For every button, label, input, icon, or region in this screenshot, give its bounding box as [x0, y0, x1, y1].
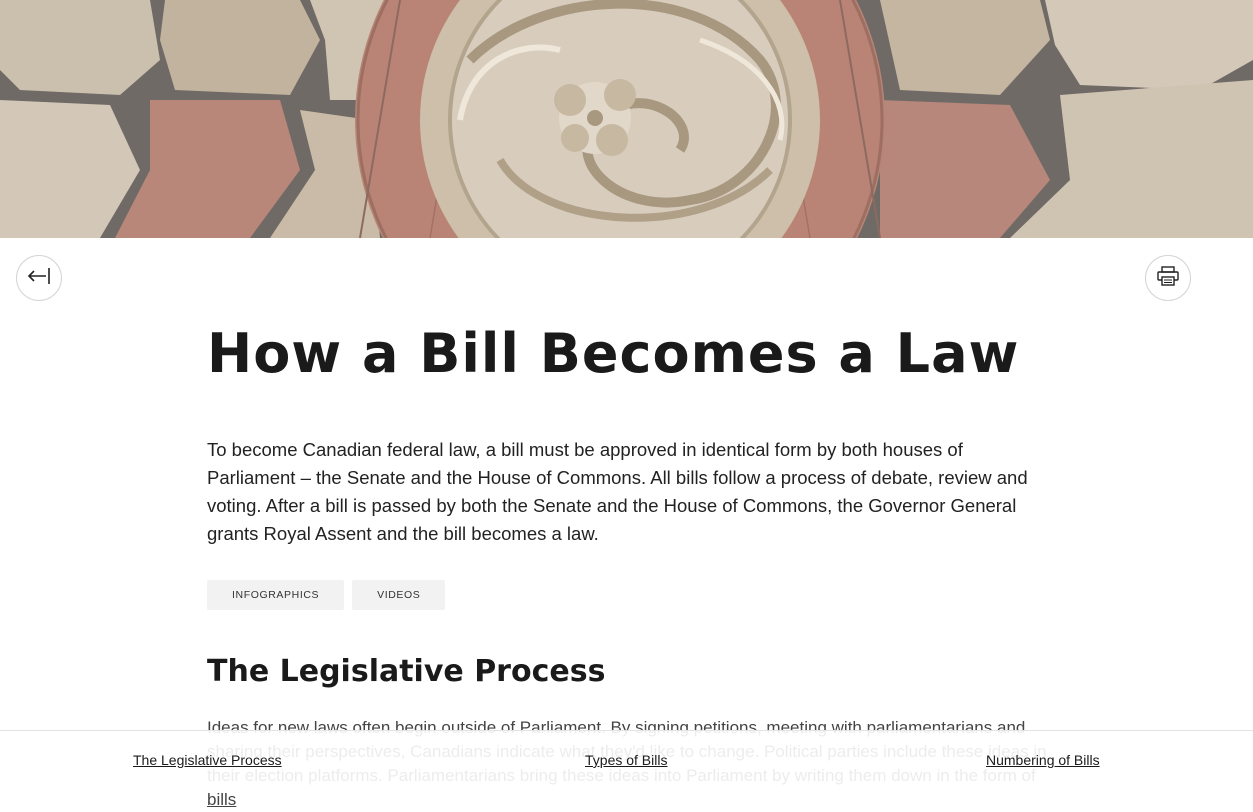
hero-banner-image	[0, 0, 1253, 238]
tag-list: INFOGRAPHICS VIDEOS	[207, 580, 446, 610]
intro-paragraph: To become Canadian federal law, a bill m…	[207, 439, 1028, 544]
section-heading: The Legislative Process	[207, 654, 606, 689]
nav-link-legislative-process[interactable]: The Legislative Process	[133, 752, 282, 768]
page-title: How a Bill Becomes a Law	[207, 322, 1020, 385]
bills-link[interactable]: bills	[207, 790, 236, 809]
section-anchor-nav: The Legislative Process Types of Bills N…	[0, 730, 1253, 785]
nav-link-types-of-bills[interactable]: Types of Bills	[585, 752, 667, 768]
nav-link-numbering-of-bills[interactable]: Numbering of Bills	[986, 752, 1100, 768]
back-button[interactable]	[16, 255, 62, 301]
print-button[interactable]	[1145, 255, 1191, 301]
tag-infographics[interactable]: INFOGRAPHICS	[207, 580, 345, 610]
printer-icon	[1157, 266, 1179, 290]
tag-videos[interactable]: VIDEOS	[352, 580, 446, 610]
collapse-left-icon	[26, 267, 52, 289]
